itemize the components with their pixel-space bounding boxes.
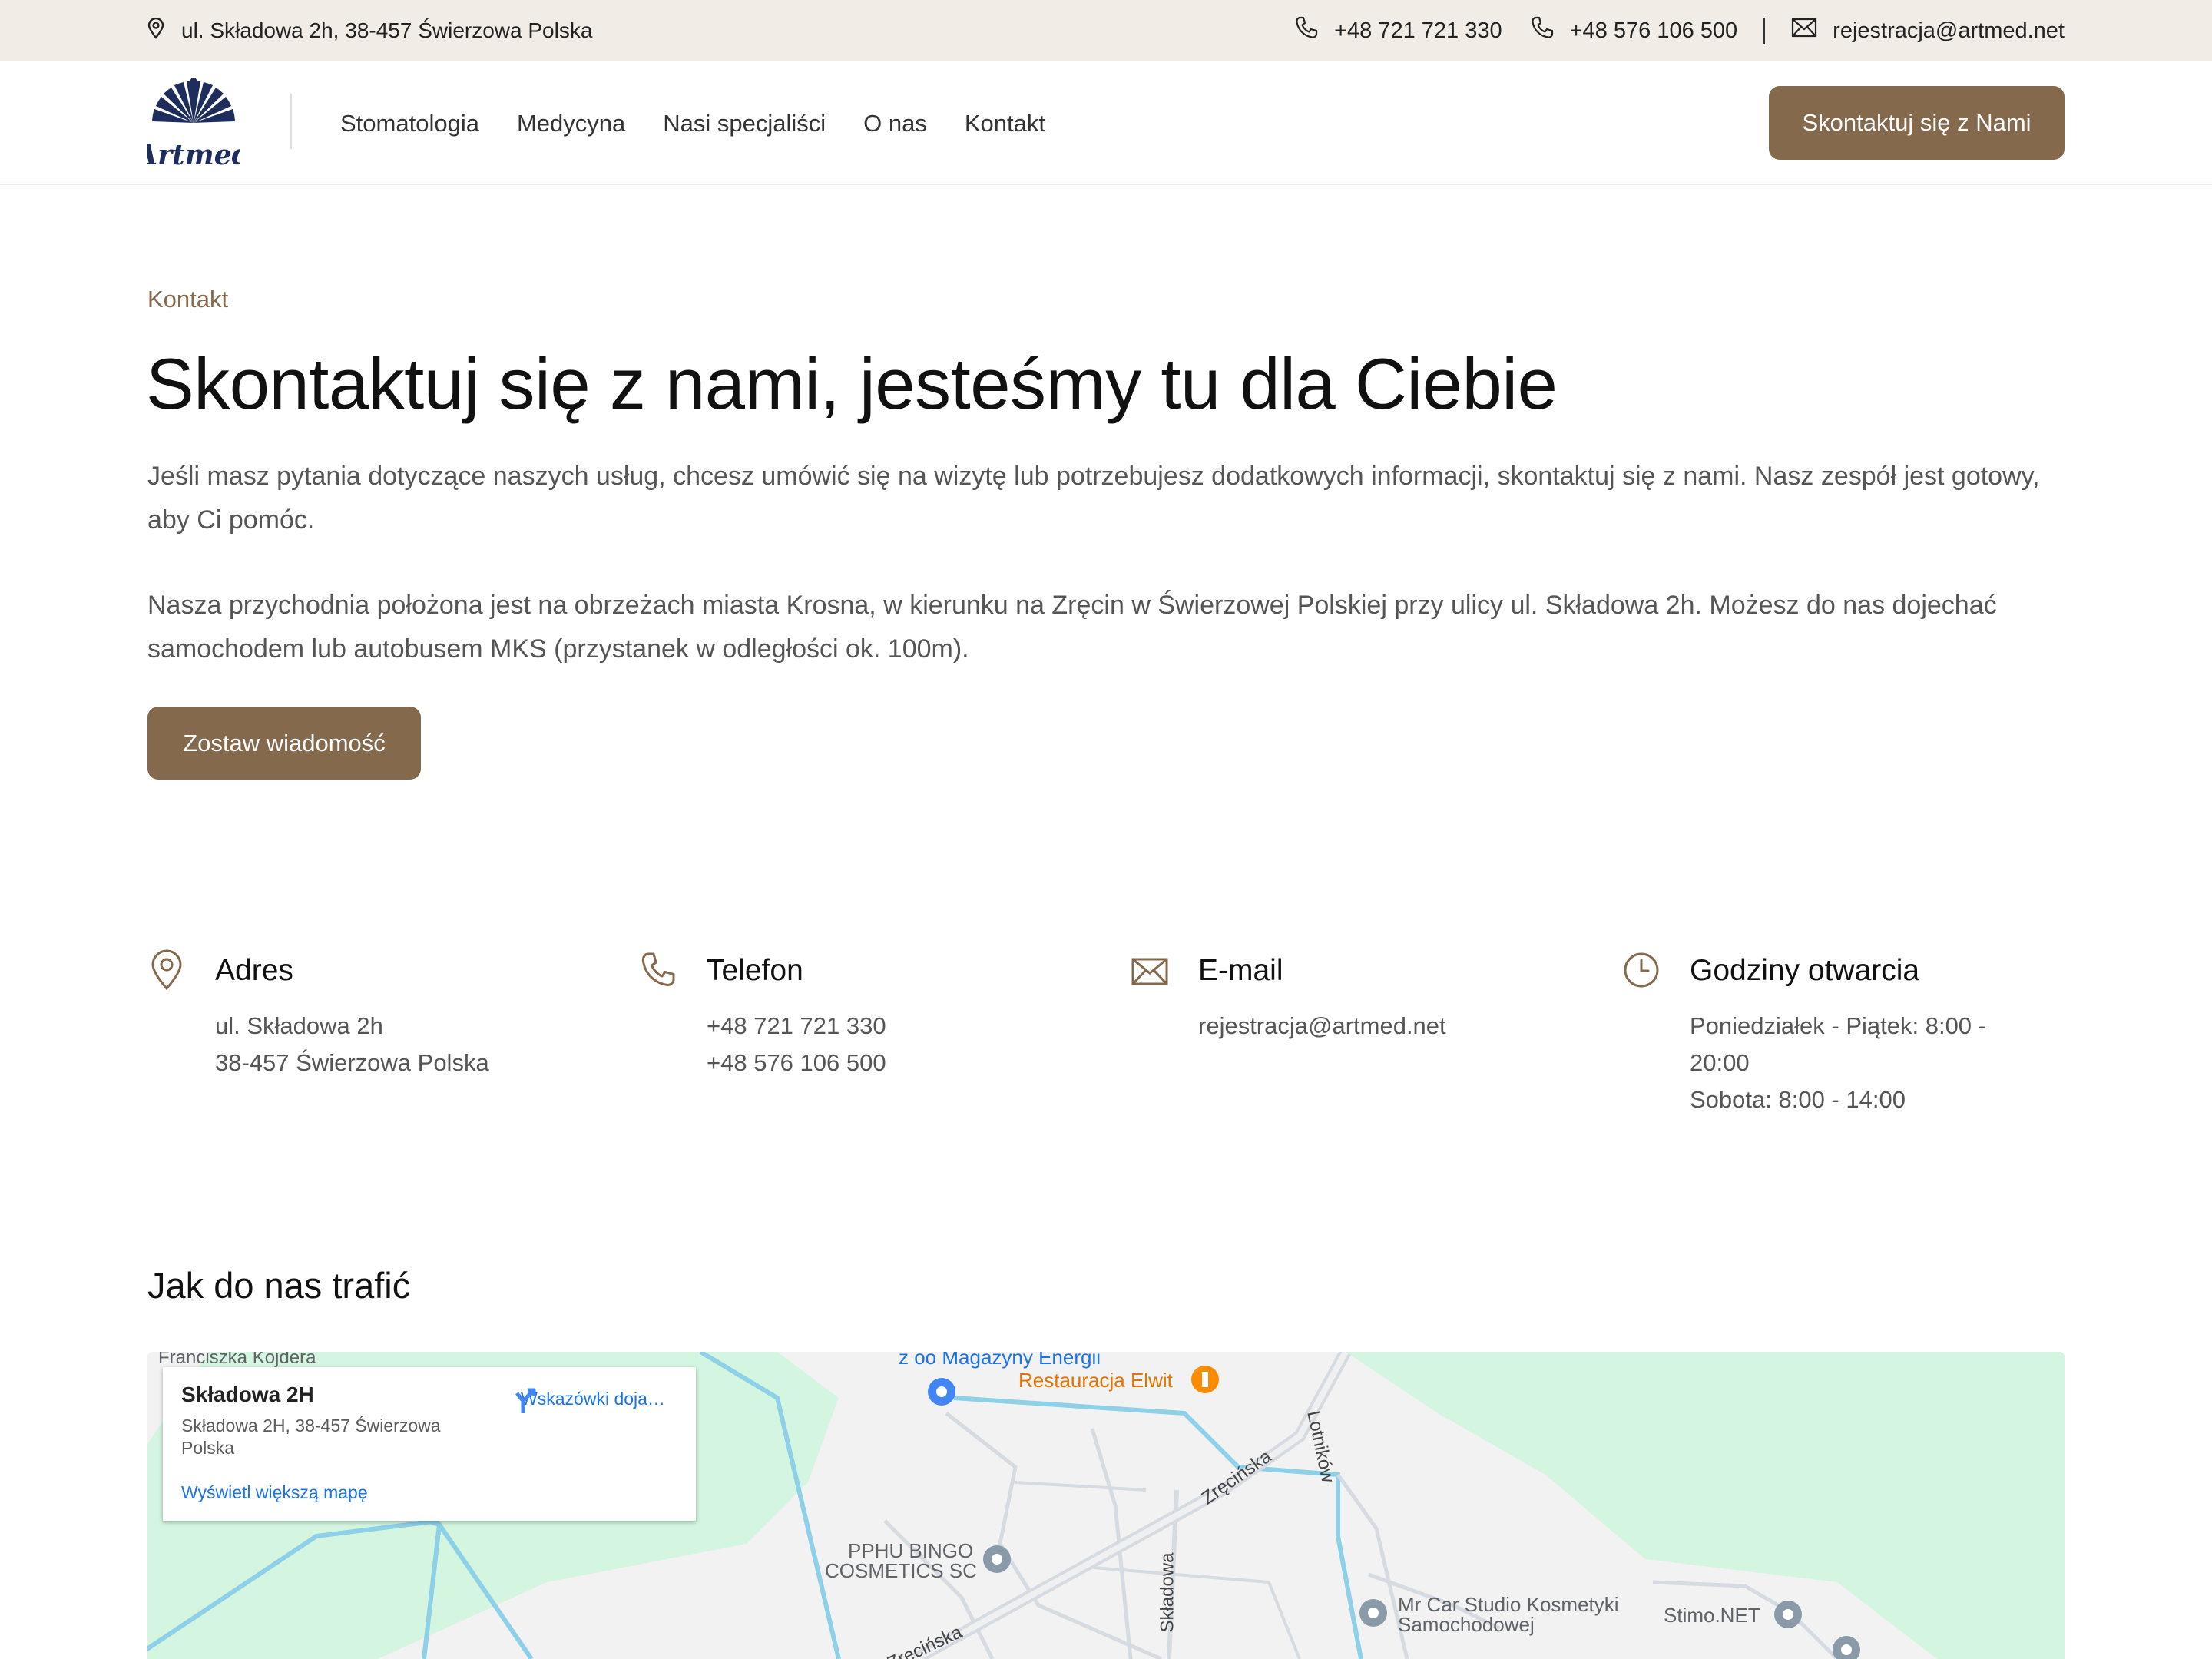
- poi-pin-bingo[interactable]: [983, 1545, 1011, 1573]
- map-label-road-skladowa: Składowa: [1157, 1552, 1178, 1633]
- clock-icon: [1622, 949, 1661, 991]
- map-place-address: Składowa 2H, 38-457 Świerzowa Polska: [181, 1416, 441, 1458]
- map-label-mrcar-2: Samochodowej: [1398, 1613, 1535, 1636]
- topbar-email[interactable]: rejestracja@artmed.net: [1791, 18, 2065, 44]
- poi-pin-mrcar[interactable]: [1359, 1599, 1387, 1627]
- info-email-line-1[interactable]: rejestracja@artmed.net: [1198, 1008, 1559, 1045]
- info-hours-title: Godziny otwarcia: [1690, 954, 1920, 987]
- header-divider: [290, 94, 292, 149]
- contact-us-button[interactable]: Skontaktuj się z Nami: [1769, 86, 2065, 160]
- intro-paragraph-1: Jeśli masz pytania dotyczące naszych usł…: [147, 462, 2040, 535]
- info-phone-title: Telefon: [707, 954, 803, 987]
- map-label-company: z oo Magazyny Energii: [899, 1352, 1101, 1369]
- poi-pin-energy[interactable]: [928, 1378, 955, 1406]
- nav-item-medycyna[interactable]: Medycyna: [517, 110, 625, 137]
- topbar-phone-2-text: +48 576 106 500: [1569, 18, 1738, 43]
- map-info-card: Składowa 2H Składowa 2H, 38-457 Świerzow…: [163, 1367, 696, 1521]
- map-place-title: Składowa 2H: [181, 1382, 314, 1406]
- map-label-mrcar-1: Mr Car Studio Kosmetyki: [1398, 1593, 1619, 1616]
- poi-pin-stimo[interactable]: [1774, 1601, 1802, 1628]
- topbar-email-text: rejestracja@artmed.net: [1833, 18, 2065, 43]
- poi-pin-extra[interactable]: [1833, 1636, 1860, 1659]
- info-address-line-2: 38-457 Świerzowa Polska: [215, 1049, 489, 1076]
- intro-paragraph-2: Nasza przychodnia położona jest na obrze…: [147, 591, 1997, 664]
- location-pin-icon: [147, 17, 164, 45]
- map-label-bingo-1: PPHU BINGO: [848, 1539, 974, 1562]
- phone-icon: [1294, 15, 1319, 46]
- page-title: Skontaktuj się z nami, jesteśmy tu dla C…: [146, 343, 1558, 424]
- info-hours-line-2: Sobota: 8:00 - 14:00: [1690, 1086, 1906, 1113]
- directions-button[interactable]: Wskazówki doja…: [512, 1384, 674, 1413]
- embedded-map[interactable]: Franciszka Kojdera z oo Magazyny Energii…: [147, 1352, 2065, 1659]
- phone-icon: [1530, 15, 1555, 46]
- map-label-restaurant: Restauracja Elwit: [1018, 1369, 1173, 1392]
- poi-pin-restaurant[interactable]: [1191, 1366, 1219, 1393]
- top-info-bar: ul. Składowa 2h, 38-457 Świerzowa Polska…: [0, 0, 2212, 61]
- map-label-bingo-2: COSMETICS SC: [825, 1559, 977, 1582]
- nav-item-specjalisci[interactable]: Nasi specjaliści: [663, 110, 826, 137]
- map-label-street-top: Franciszka Kojdera: [158, 1352, 316, 1368]
- nav-item-stomatologia[interactable]: Stomatologia: [340, 110, 479, 137]
- topbar-phone-1[interactable]: +48 721 721 330: [1294, 15, 1502, 46]
- info-address-title: Adres: [215, 954, 293, 987]
- site-header: Artmed Stomatologia Medycyna Nasi specja…: [0, 61, 2212, 185]
- info-phone-line-1[interactable]: +48 721 721 330: [707, 1008, 1068, 1045]
- info-phone-line-2[interactable]: +48 576 106 500: [707, 1045, 1068, 1081]
- topbar-phone-1-text: +48 721 721 330: [1334, 18, 1502, 43]
- logo-text: Artmed: [147, 139, 240, 171]
- info-hours-line-1: Poniedziałek - Piątek: 8:00 - 20:00: [1690, 1012, 1986, 1076]
- nav-item-kontakt[interactable]: Kontakt: [965, 110, 1045, 137]
- leave-message-button[interactable]: Zostaw wiadomość: [147, 707, 421, 780]
- directions-heading: Jak do nas trafić: [147, 1265, 411, 1306]
- envelope-icon: [1791, 18, 1817, 44]
- artmed-logo[interactable]: Artmed: [134, 75, 251, 171]
- map-label-stimo: Stimo.NET: [1664, 1604, 1760, 1627]
- section-eyebrow: Kontakt: [147, 286, 229, 313]
- phone-icon: [639, 949, 677, 991]
- topbar-address: ul. Składowa 2h, 38-457 Świerzowa Polska: [147, 0, 592, 61]
- main-nav: Stomatologia Medycyna Nasi specjaliści O…: [340, 61, 1045, 185]
- topbar-separator: [1763, 18, 1766, 44]
- envelope-icon: [1131, 949, 1169, 991]
- view-larger-map-link[interactable]: Wyświetl większą mapę: [181, 1482, 368, 1503]
- info-address-line-1: ul. Składowa 2h: [215, 1012, 383, 1039]
- nav-item-o-nas[interactable]: O nas: [863, 110, 927, 137]
- topbar-address-text: ul. Składowa 2h, 38-457 Świerzowa Polska: [181, 18, 593, 42]
- location-pin-icon: [147, 949, 186, 991]
- topbar-phone-2[interactable]: +48 576 106 500: [1530, 15, 1738, 46]
- info-email-title: E-mail: [1198, 954, 1283, 987]
